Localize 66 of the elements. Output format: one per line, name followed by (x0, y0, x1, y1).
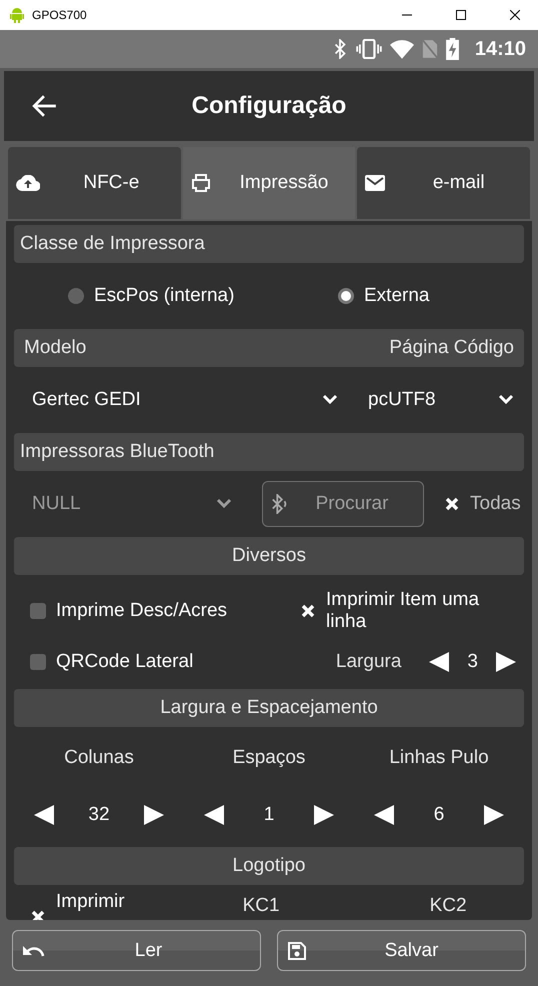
section-header: Largura e Espacejamento (14, 689, 524, 727)
wifi-icon (390, 40, 414, 58)
chevron-down-icon (498, 394, 514, 406)
window-title: GPOS700 (32, 8, 88, 22)
search-button[interactable]: Procurar (262, 481, 424, 527)
width-label: Largura (336, 651, 402, 673)
chevron-down-icon (322, 394, 338, 406)
right-arrow-icon[interactable] (496, 652, 516, 672)
printer-dropdown[interactable]: NULL (14, 493, 242, 515)
radio-button[interactable] (68, 288, 84, 304)
stepper-value: 32 (87, 804, 111, 826)
chevron-down-icon (216, 498, 232, 510)
printer-icon (190, 173, 211, 193)
vibrate-icon (356, 39, 382, 59)
kc2-label: KC2 (430, 894, 467, 917)
left-arrow-icon[interactable] (429, 652, 450, 672)
checkbox-label: Todas (470, 493, 521, 515)
cloud-upload-icon (16, 175, 40, 191)
bluetooth-icon (271, 494, 289, 514)
stepper-label: Espaços (232, 747, 306, 769)
close-icon[interactable] (510, 10, 520, 20)
checkbox-label: Imprimir (56, 891, 125, 913)
envelope-icon (365, 175, 386, 191)
action-button[interactable]: Salvar (277, 930, 526, 971)
section-header: Classe de Impressora (14, 225, 524, 263)
battery-charging-icon (446, 38, 459, 60)
code-page-dropdown[interactable]: pcUTF8 (348, 389, 524, 411)
header-label: Página Código (389, 337, 514, 359)
section-header: Diversos (14, 537, 524, 575)
undo-icon (23, 944, 45, 958)
radio-button[interactable] (338, 288, 354, 304)
tab[interactable]: Impressão (182, 147, 356, 219)
no-sim-icon (422, 39, 438, 59)
checkbox[interactable] (444, 496, 460, 512)
section-header: Logotipo (14, 847, 524, 885)
right-arrow-icon[interactable] (144, 805, 164, 825)
checkbox-label: QRCode Lateral (56, 651, 194, 673)
width-value: 3 (467, 651, 478, 673)
maximize-icon[interactable] (456, 10, 466, 20)
right-arrow-icon[interactable] (314, 805, 334, 825)
tab[interactable]: NFC-e (8, 147, 181, 219)
clock: 14:10 (474, 38, 526, 60)
left-arrow-icon[interactable] (34, 805, 54, 825)
right-arrow-icon[interactable] (484, 805, 504, 825)
checkbox[interactable] (300, 603, 316, 619)
section-header: Impressoras BlueTooth (14, 433, 524, 471)
back-arrow-icon[interactable] (32, 93, 58, 119)
checkbox-label: Imprimir Item uma linha (326, 589, 480, 633)
radio-label: EscPos (interna) (94, 285, 234, 307)
header-label: Modelo (24, 337, 86, 359)
stepper-label: Linhas Pulo (389, 747, 489, 769)
stepper-label: Colunas (64, 747, 134, 769)
radio-label: Externa (364, 285, 430, 307)
action-button[interactable]: Ler (12, 930, 261, 971)
checkbox[interactable] (30, 654, 46, 670)
kc1-label: KC1 (242, 894, 280, 917)
checkbox-label: Imprime Desc/Acres (56, 600, 228, 622)
stepper-value: 1 (262, 804, 276, 826)
tab[interactable]: e-mail (357, 147, 530, 219)
model-dropdown[interactable]: Gertec GEDI (14, 389, 348, 411)
checkbox[interactable] (30, 603, 46, 619)
screen-title: Configuração (190, 92, 348, 120)
android-icon (10, 7, 24, 23)
left-arrow-icon[interactable] (374, 805, 394, 825)
left-arrow-icon[interactable] (204, 805, 224, 825)
stepper-value: 6 (432, 804, 446, 826)
